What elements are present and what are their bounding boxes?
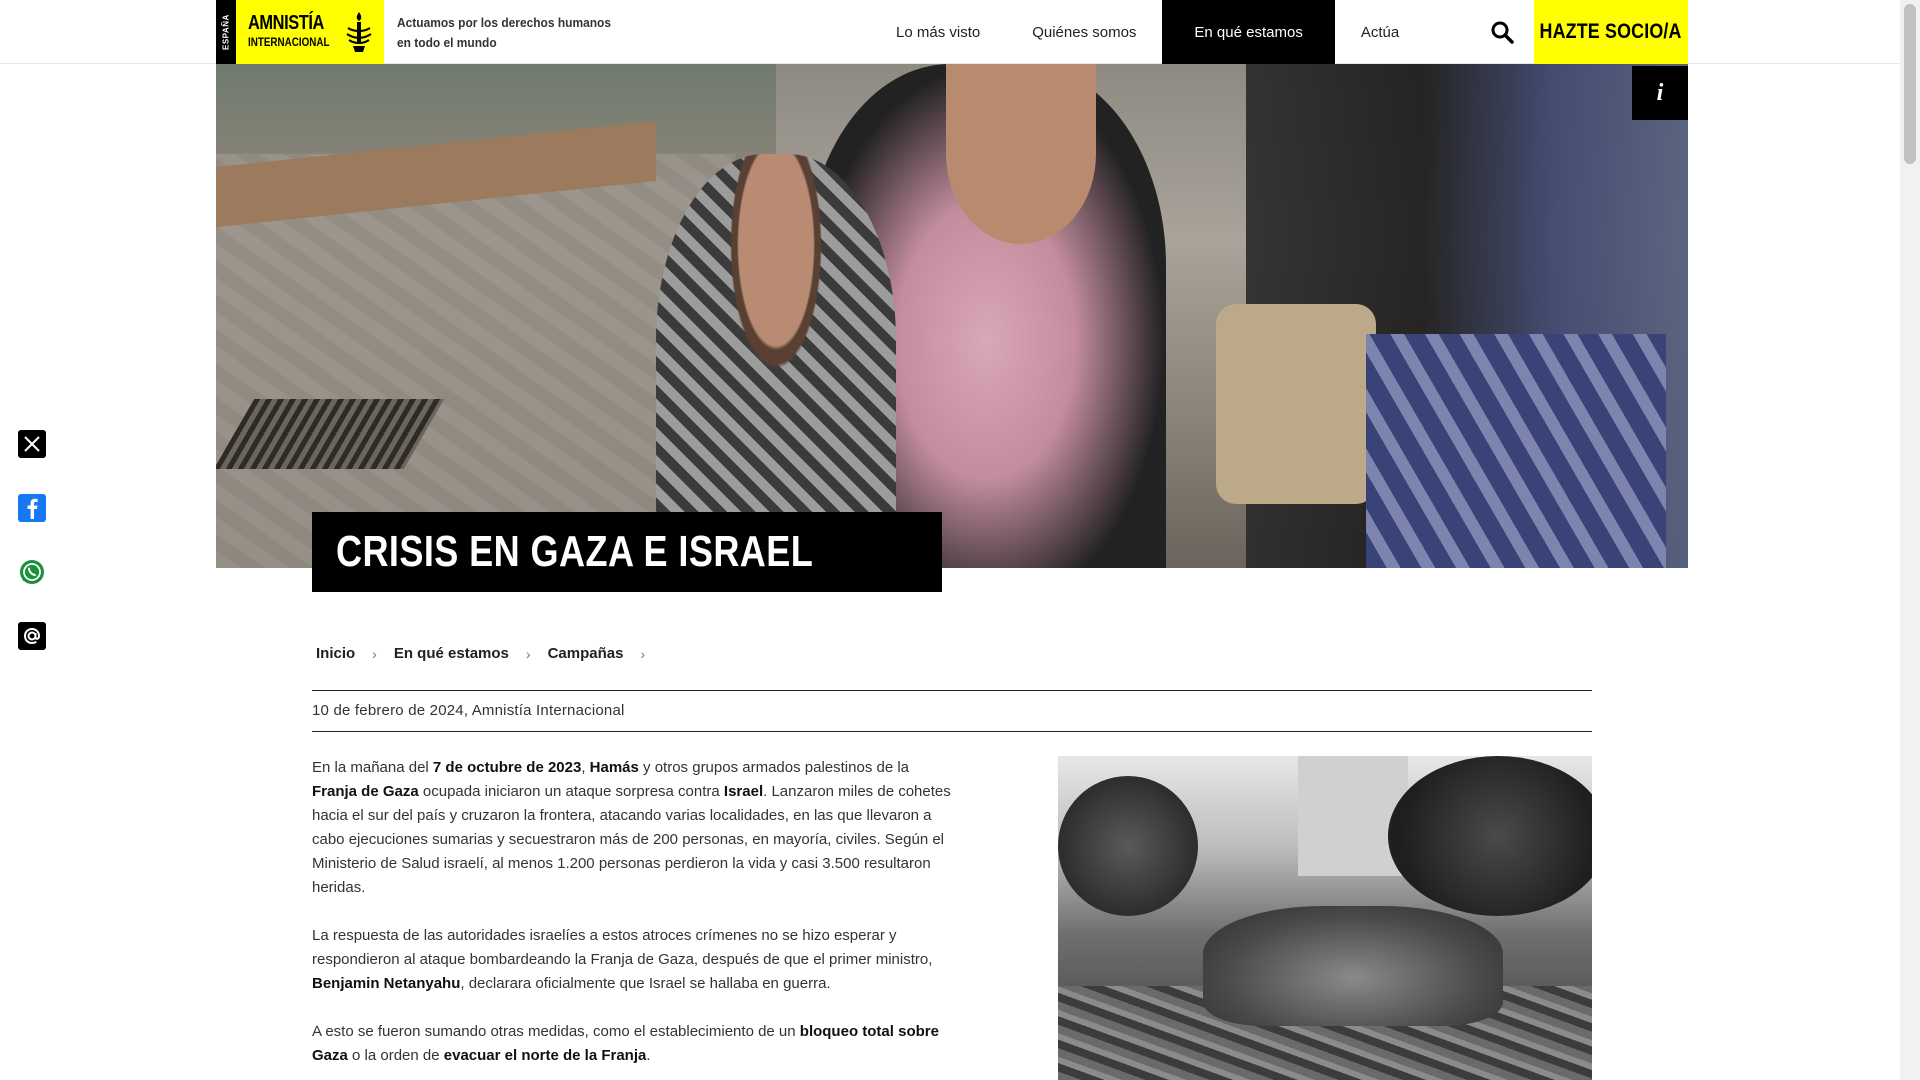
text: En la mañana del	[312, 759, 433, 776]
photo-destroyed-car	[1203, 906, 1503, 1026]
cta-label: HAZTE SOCIO/A	[1539, 20, 1683, 43]
emphasis-date: 7 de octubre de 2023	[432, 759, 582, 776]
hero-image	[216, 64, 1688, 568]
page-title-text: CRISIS EN GAZA E ISRAEL	[336, 527, 814, 576]
breadcrumb-en-que-estamos[interactable]: En qué estamos	[394, 645, 509, 662]
amnesty-logo[interactable]: ESPAÑA AMNISTÍA INTERNACIONAL	[216, 0, 384, 64]
page-title: CRISIS EN GAZA E ISRAEL	[312, 512, 942, 592]
breadcrumb-campanas[interactable]: Campañas	[548, 645, 624, 662]
article-paragraph: A esto se fueron sumando otras medidas, …	[312, 1020, 952, 1068]
divider	[312, 731, 1592, 732]
main-nav: Lo más visto Quiénes somos En qué estamo…	[870, 0, 1425, 64]
emphasis-hamas: Hamás	[589, 759, 639, 776]
email-icon	[23, 627, 41, 645]
page-scrollbar[interactable]	[1900, 0, 1920, 1080]
article-photo	[1058, 756, 1592, 1080]
share-facebook-button[interactable]	[18, 494, 46, 522]
article-body: En la mañana del 7 de octubre de 2023, H…	[312, 756, 952, 1080]
chevron-right-icon: ›	[640, 645, 646, 662]
breadcrumb: Inicio › En qué estamos › Campañas ›	[316, 645, 662, 662]
hero-officer-uniform	[1366, 334, 1666, 568]
nav-item-quienes-somos[interactable]: Quiénes somos	[1006, 0, 1162, 64]
text: ocupada iniciaron un ataque sorpresa con…	[418, 783, 724, 800]
x-twitter-icon	[24, 436, 40, 452]
article-paragraph: La respuesta de las autoridades israelíe…	[312, 924, 952, 996]
photo-tree	[1058, 776, 1198, 916]
logo-name-line1: AMNISTÍA	[248, 12, 324, 34]
nav-item-lo-mas-visto[interactable]: Lo más visto	[870, 0, 1006, 64]
image-info-button[interactable]: i	[1632, 66, 1688, 120]
emphasis-israel: Israel	[723, 783, 764, 800]
nav-item-en-que-estamos[interactable]: En qué estamos	[1162, 0, 1335, 64]
share-whatsapp-button[interactable]	[18, 558, 46, 586]
chevron-right-icon: ›	[525, 645, 531, 662]
search-button[interactable]	[1470, 0, 1534, 64]
whatsapp-icon	[20, 560, 44, 584]
site-tagline: Actuamos por los derechos humanos en tod…	[397, 15, 612, 50]
hero-woman-face	[946, 64, 1096, 244]
logo-name-line2: INTERNACIONAL	[248, 35, 330, 49]
logo-country: ESPAÑA	[216, 0, 236, 64]
facebook-icon	[27, 498, 38, 519]
chevron-right-icon: ›	[372, 645, 377, 662]
text: y otros grupos armados palestinos de la	[638, 759, 910, 776]
text: .	[646, 1047, 651, 1064]
scrollbar-thumb[interactable]	[1904, 4, 1916, 164]
hazte-socio-button[interactable]: HAZTE SOCIO/A	[1534, 0, 1688, 64]
photo-tree	[1388, 756, 1592, 916]
site-header: ESPAÑA AMNISTÍA INTERNACIONAL Actuamos p…	[0, 0, 1900, 64]
divider	[312, 690, 1592, 691]
share-bar	[18, 430, 46, 650]
logo-name: AMNISTÍA INTERNACIONAL	[248, 13, 347, 48]
article-meta: 10 de febrero de 2024, Amnistía Internac…	[312, 702, 625, 719]
text: La respuesta de las autoridades israelíe…	[312, 927, 933, 968]
text: o la orden de	[347, 1047, 444, 1064]
breadcrumb-inicio[interactable]: Inicio	[316, 645, 355, 662]
hero-child	[656, 154, 896, 568]
share-email-button[interactable]	[18, 622, 46, 650]
emphasis-evacuar: evacuar el norte de la Franja	[443, 1047, 647, 1064]
share-x-button[interactable]	[18, 430, 46, 458]
text: A esto se fueron sumando otras medidas, …	[312, 1023, 800, 1040]
candle-icon	[346, 12, 372, 52]
emphasis-franja-gaza: Franja de Gaza	[312, 783, 419, 800]
nav-item-actua[interactable]: Actúa	[1335, 0, 1425, 64]
emphasis-netanyahu: Benjamin Netanyahu	[312, 975, 461, 992]
article-paragraph: En la mañana del 7 de octubre de 2023, H…	[312, 756, 952, 900]
text: ,	[581, 759, 590, 776]
search-icon	[1491, 21, 1514, 44]
hero-bystander-legs	[1216, 304, 1376, 504]
text: , declarara oficialmente que Israel se h…	[460, 975, 831, 992]
